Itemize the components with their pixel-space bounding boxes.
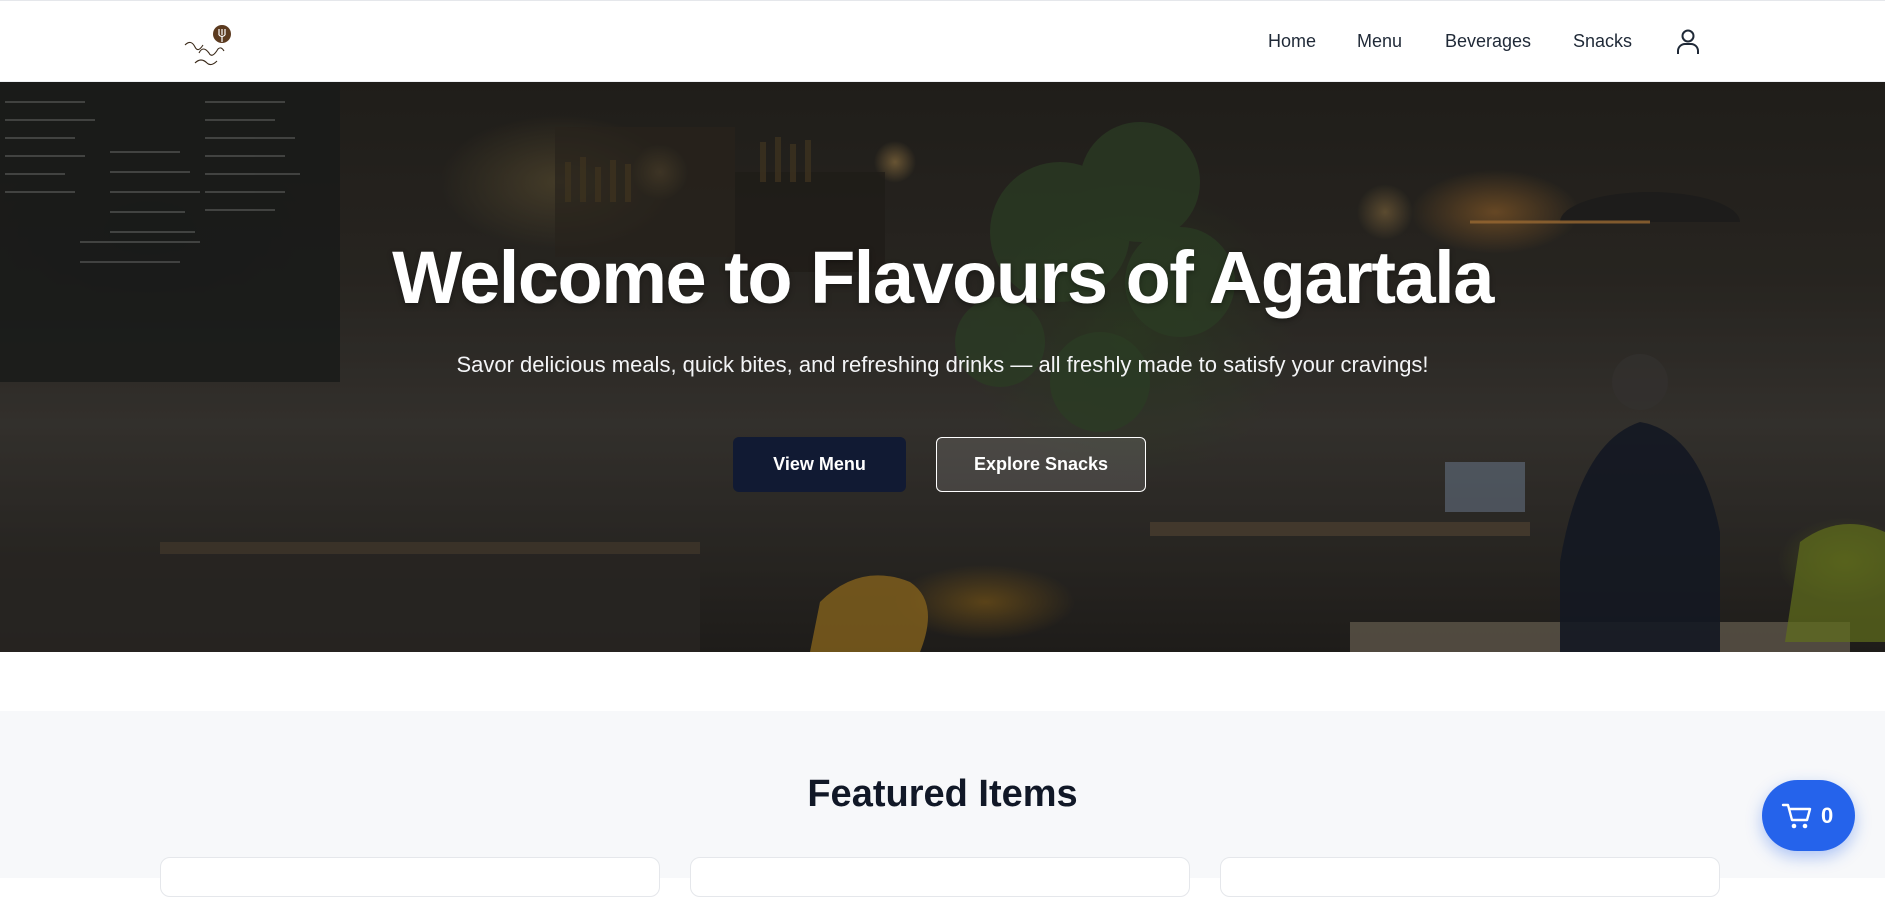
- user-icon[interactable]: [1675, 28, 1701, 56]
- cart-icon: [1781, 801, 1813, 831]
- cart-count: 0: [1821, 803, 1834, 828]
- logo[interactable]: [181, 23, 237, 71]
- nav-beverages[interactable]: Beverages: [1445, 31, 1531, 52]
- view-menu-button[interactable]: View Menu: [733, 437, 906, 492]
- hero-banner: Welcome to Flavours of Agartala Savor de…: [0, 82, 1885, 652]
- cart-button[interactable]: 0: [1762, 780, 1855, 851]
- hero-subtitle: Savor delicious meals, quick bites, and …: [456, 352, 1429, 377]
- featured-card[interactable]: [690, 857, 1190, 897]
- featured-title: Featured Items: [807, 773, 1078, 815]
- featured-card[interactable]: [1220, 857, 1720, 897]
- navbar: Home Menu Beverages Snacks: [0, 0, 1885, 82]
- hero-title: Welcome to Flavours of Agartala: [392, 236, 1494, 319]
- explore-snacks-button[interactable]: Explore Snacks: [936, 437, 1146, 492]
- nav-snacks[interactable]: Snacks: [1573, 31, 1632, 52]
- nav-home[interactable]: Home: [1268, 31, 1316, 52]
- nav-menu[interactable]: Menu: [1357, 31, 1402, 52]
- featured-section: Featured Items: [0, 711, 1885, 897]
- featured-card[interactable]: [160, 857, 660, 897]
